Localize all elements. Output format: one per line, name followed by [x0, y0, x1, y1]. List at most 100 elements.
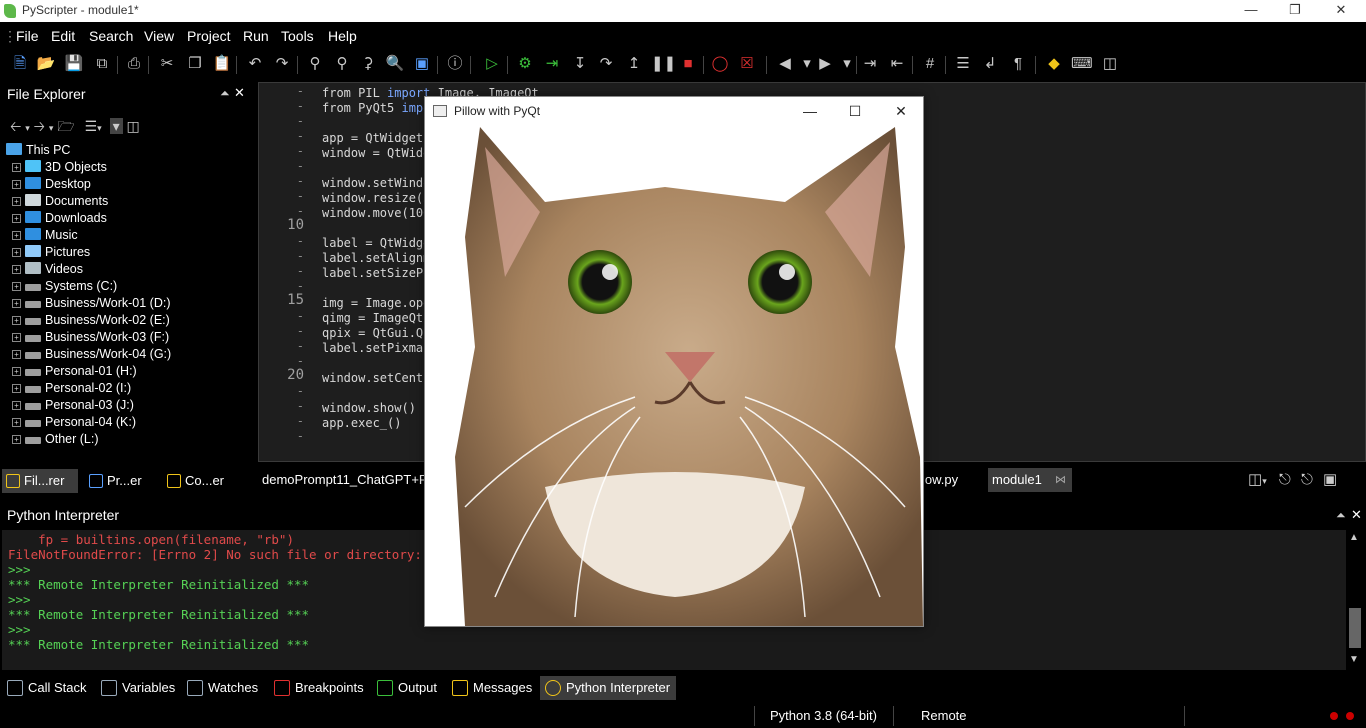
- forward-icon[interactable]: 🡢: [34, 118, 45, 134]
- forward-dropdown-icon[interactable]: ▾: [837, 54, 857, 74]
- tree-item[interactable]: + Downloads: [12, 210, 107, 227]
- up-folder-icon[interactable]: 🗁: [57, 118, 74, 134]
- menu-project[interactable]: Project: [187, 28, 231, 44]
- toggle-breakpoint-icon[interactable]: ◯: [710, 54, 730, 74]
- debug-icon[interactable]: ⚙: [515, 54, 535, 74]
- tree-item[interactable]: + Systems (C:): [12, 278, 117, 295]
- cut-icon[interactable]: ✂: [157, 54, 177, 74]
- tree-item[interactable]: + Personal-02 (I:): [12, 380, 131, 397]
- tab-output[interactable]: Output: [372, 676, 443, 700]
- step-into-icon[interactable]: ↧: [570, 54, 590, 74]
- minimize-button[interactable]: —: [1228, 0, 1274, 22]
- tab-call-stack[interactable]: Call Stack: [2, 676, 93, 700]
- save-icon[interactable]: 💾: [64, 54, 84, 74]
- menu-search[interactable]: Search: [89, 28, 133, 44]
- dropdown-icon[interactable]: ▾: [49, 123, 54, 133]
- filter-icon[interactable]: ▾: [109, 118, 123, 134]
- run-to-cursor-icon[interactable]: ⇥: [542, 54, 562, 74]
- menu-view[interactable]: View: [144, 28, 174, 44]
- tree-item-this-pc[interactable]: This PC: [6, 142, 70, 159]
- menu-run[interactable]: Run: [243, 28, 269, 44]
- run-icon[interactable]: ▷: [482, 54, 502, 74]
- keyboard-icon[interactable]: ⌨: [1071, 54, 1093, 74]
- find-next-icon[interactable]: ⚲: [332, 54, 352, 74]
- tree-item[interactable]: + Videos: [12, 261, 83, 278]
- close-button[interactable]: ✕: [881, 99, 921, 123]
- indent-icon[interactable]: ⇥: [860, 54, 880, 74]
- paste-icon[interactable]: 📋: [212, 54, 232, 74]
- restore-button[interactable]: ❐: [1272, 0, 1318, 22]
- tree-item[interactable]: + Personal-04 (K:): [12, 414, 136, 431]
- prev-tab-icon[interactable]: ⎋: [1279, 471, 1291, 488]
- maximize-button[interactable]: ☐: [835, 99, 875, 123]
- back-icon[interactable]: 🡠: [10, 118, 21, 134]
- maximize-editor-icon[interactable]: ▣: [1323, 471, 1337, 488]
- tree-item[interactable]: + Music: [12, 227, 78, 244]
- close-panel-icon[interactable]: ✕: [1351, 507, 1362, 523]
- scrollbar-thumb[interactable]: [1349, 608, 1361, 648]
- clear-breakpoints-icon[interactable]: ☒: [737, 54, 757, 74]
- step-out-icon[interactable]: ↥: [624, 54, 644, 74]
- redo-icon[interactable]: ↷: [272, 54, 292, 74]
- tree-item[interactable]: + Other (L:): [12, 431, 99, 448]
- pin-icon[interactable]: ⏶: [220, 86, 230, 101]
- step-over-icon[interactable]: ↷: [596, 54, 616, 74]
- comment-icon[interactable]: #: [920, 54, 940, 74]
- replace-icon[interactable]: ⚳: [358, 54, 378, 74]
- print-icon[interactable]: ⎙: [124, 54, 144, 74]
- menu-file[interactable]: File: [16, 28, 39, 44]
- tab-breakpoints[interactable]: Breakpoints: [269, 676, 370, 700]
- tab-project-explorer[interactable]: Pr...er: [85, 469, 155, 493]
- tab-messages[interactable]: Messages: [447, 676, 538, 700]
- tree-item[interactable]: +3D Objects: [12, 159, 107, 176]
- tab-code-explorer[interactable]: Co...er: [163, 469, 243, 493]
- back-dropdown-icon[interactable]: ▾: [797, 54, 817, 74]
- copy-icon[interactable]: ❐: [185, 54, 205, 74]
- back-icon[interactable]: ◀: [775, 54, 795, 74]
- tab-watches[interactable]: Watches: [182, 676, 264, 700]
- stop-icon[interactable]: ■: [678, 54, 698, 74]
- scroll-up-icon[interactable]: ▲: [1349, 532, 1359, 543]
- open-file-icon[interactable]: 📂: [36, 54, 56, 74]
- tree-item[interactable]: + Business/Work-02 (E:): [12, 312, 170, 329]
- dropdown-icon[interactable]: ▾: [97, 123, 102, 133]
- goto-icon[interactable]: ▣: [412, 54, 432, 74]
- close-panel-icon[interactable]: ✕: [234, 85, 245, 101]
- tree-item[interactable]: + Business/Work-04 (G:): [12, 346, 171, 363]
- tree-item[interactable]: + Business/Work-01 (D:): [12, 295, 171, 312]
- find-icon[interactable]: ⚲: [305, 54, 325, 74]
- tree-item[interactable]: + Personal-03 (J:): [12, 397, 134, 414]
- menu-tools[interactable]: Tools: [281, 28, 314, 44]
- tree-item[interactable]: + Pictures: [12, 244, 90, 261]
- info-icon[interactable]: ⓘ: [445, 54, 465, 74]
- close-tab-icon[interactable]: ⋈: [1055, 468, 1066, 492]
- menu-edit[interactable]: Edit: [51, 28, 75, 44]
- list-icon[interactable]: ☰: [953, 54, 973, 74]
- dropdown-icon[interactable]: ▾: [25, 123, 30, 133]
- dropdown-icon[interactable]: ▾: [1262, 476, 1267, 486]
- new-file-icon[interactable]: 🗎: [10, 54, 30, 74]
- tree-item[interactable]: + Documents: [12, 193, 108, 210]
- scroll-down-icon[interactable]: ▼: [1349, 654, 1359, 665]
- interpreter-scrollbar[interactable]: ▲ ▼: [1346, 530, 1364, 670]
- tab-file-explorer[interactable]: Fil...rer: [2, 469, 78, 493]
- wrap-icon[interactable]: ↲: [980, 54, 1000, 74]
- tree-item[interactable]: + Personal-01 (H:): [12, 363, 137, 380]
- window-list-icon[interactable]: ◫: [1248, 471, 1262, 488]
- tree-item[interactable]: + Desktop: [12, 176, 91, 193]
- find-in-files-icon[interactable]: 🔍: [385, 54, 405, 74]
- minimize-button[interactable]: —: [790, 99, 830, 123]
- tab-variables[interactable]: Variables: [96, 676, 181, 700]
- layout-icon[interactable]: ◫: [1100, 54, 1120, 74]
- python-version[interactable]: Python 3.8 (64-bit): [770, 708, 877, 723]
- pilcrow-icon[interactable]: ¶: [1008, 54, 1028, 74]
- pin-icon[interactable]: ⏶: [1336, 508, 1346, 523]
- tree-view-icon[interactable]: ☰: [85, 118, 98, 134]
- close-button[interactable]: ✕: [1318, 0, 1364, 22]
- undo-icon[interactable]: ↶: [245, 54, 265, 74]
- forward-icon[interactable]: ▶: [815, 54, 835, 74]
- pause-icon[interactable]: ❚❚: [651, 54, 676, 74]
- tab-module1[interactable]: module1 ⋈: [988, 468, 1072, 492]
- menu-help[interactable]: Help: [328, 28, 357, 44]
- tab-python-interpreter[interactable]: Python Interpreter: [540, 676, 677, 700]
